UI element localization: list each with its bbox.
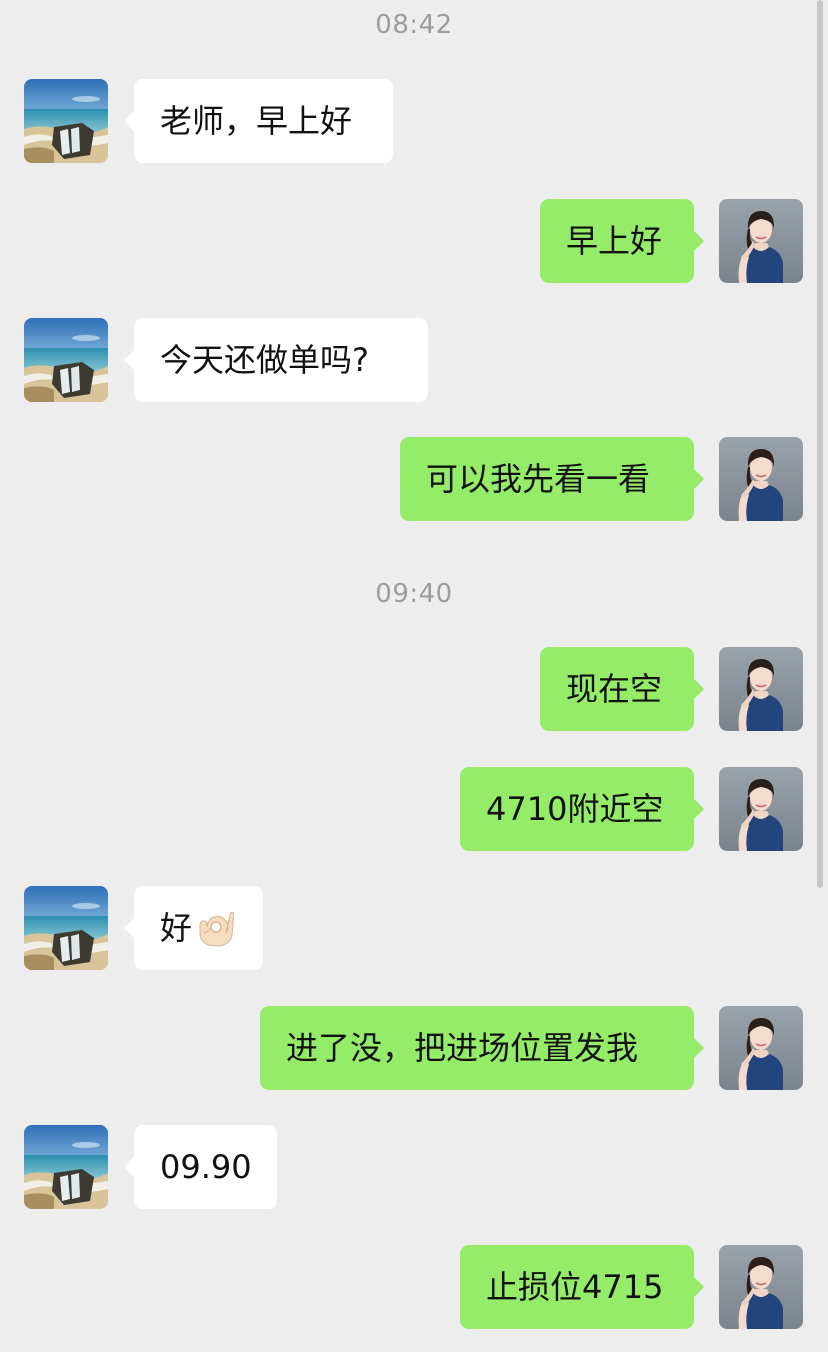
contact-avatar-image — [24, 79, 108, 163]
my-avatar-image — [719, 647, 803, 731]
message-text: 现在空 — [566, 670, 663, 708]
my-avatar[interactable] — [719, 1006, 803, 1090]
timestamp: 08:42 — [375, 10, 453, 40]
contact-avatar-image — [24, 318, 108, 402]
my-avatar[interactable] — [719, 767, 803, 851]
contact-avatar-image — [24, 1125, 108, 1209]
message-bubble-outgoing[interactable]: 4710附近空 — [460, 767, 704, 851]
my-avatar-image — [719, 437, 803, 521]
message-bubble-outgoing[interactable]: 进了没，把进场位置发我 — [260, 1006, 704, 1090]
message-bubble-outgoing[interactable]: 可以我先看一看 — [400, 437, 704, 521]
chat-area: 08:42 老师，早上好 早上好 今天还做单吗? 可以我先看一看 09:40 现… — [0, 0, 828, 1352]
timestamp: 09:40 — [375, 579, 453, 609]
my-avatar-image — [719, 1245, 803, 1329]
message-text: 进了没，把进场位置发我 — [286, 1029, 639, 1067]
contact-avatar[interactable] — [24, 318, 108, 402]
message-text: 早上好 — [566, 222, 663, 260]
scrollbar[interactable] — [817, 0, 823, 888]
message-text: 4710附近空 — [486, 790, 664, 828]
contact-avatar[interactable] — [24, 886, 108, 970]
message-text: 止损位4715 — [486, 1268, 664, 1306]
message-bubble-outgoing[interactable]: 止损位4715 — [460, 1245, 704, 1329]
ok-hand-icon — [199, 911, 235, 947]
my-avatar-image — [719, 767, 803, 851]
my-avatar-image — [719, 199, 803, 283]
message-bubble-outgoing[interactable]: 现在空 — [540, 647, 704, 731]
message-bubble-outgoing[interactable]: 早上好 — [540, 199, 704, 283]
my-avatar-image — [719, 1006, 803, 1090]
message-text: 可以我先看一看 — [426, 460, 651, 498]
my-avatar[interactable] — [719, 647, 803, 731]
message-text: 今天还做单吗? — [160, 341, 369, 379]
message-bubble-incoming[interactable]: 09.90 — [124, 1125, 277, 1209]
message-bubble-incoming[interactable]: 好 — [124, 886, 263, 970]
my-avatar[interactable] — [719, 437, 803, 521]
my-avatar[interactable] — [719, 1245, 803, 1329]
contact-avatar[interactable] — [24, 79, 108, 163]
my-avatar[interactable] — [719, 199, 803, 283]
contact-avatar-image — [24, 886, 108, 970]
message-text: 好 — [160, 909, 193, 947]
message-bubble-incoming[interactable]: 老师，早上好 — [124, 79, 393, 163]
message-bubble-incoming[interactable]: 今天还做单吗? — [124, 318, 428, 402]
message-text: 09.90 — [160, 1148, 252, 1186]
contact-avatar[interactable] — [24, 1125, 108, 1209]
message-text: 老师，早上好 — [160, 102, 353, 140]
